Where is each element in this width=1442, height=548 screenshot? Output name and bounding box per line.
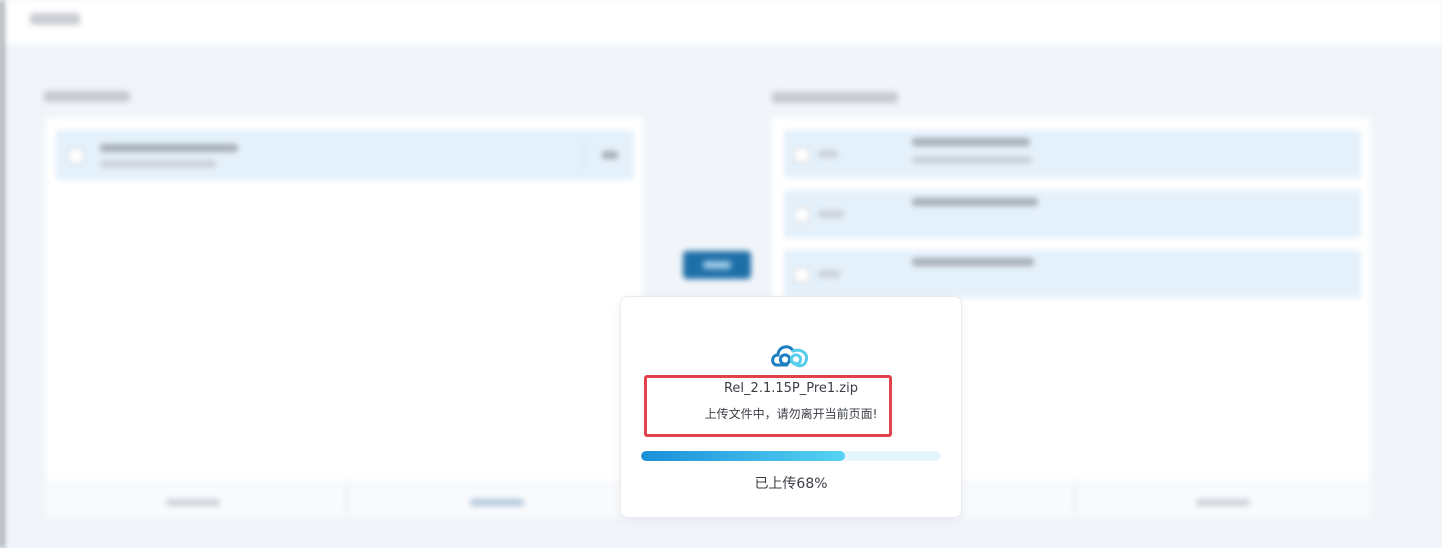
right-footer-action[interactable] — [1196, 499, 1250, 506]
right-file-tag — [818, 210, 844, 218]
row-divider — [583, 138, 584, 172]
upload-progress-bar — [641, 451, 941, 461]
left-footer-action-1[interactable] — [166, 499, 220, 506]
page-header — [4, 0, 1442, 44]
right-file-checkbox[interactable] — [794, 207, 810, 223]
right-file-name — [912, 258, 1034, 266]
left-file-action[interactable] — [602, 151, 618, 159]
right-file-checkbox[interactable] — [794, 267, 810, 283]
footer-divider — [1074, 483, 1075, 517]
right-section-label — [772, 92, 898, 103]
left-file-checkbox[interactable] — [68, 148, 84, 164]
upload-warning-message: 上传文件中，请勿离开当前页面! — [704, 407, 878, 421]
transfer-button[interactable] — [683, 251, 751, 279]
page-title — [30, 13, 80, 25]
right-file-tag — [818, 150, 838, 158]
right-file-name — [912, 138, 1030, 146]
footer-divider — [346, 483, 347, 517]
upload-progress-dialog: Rel_2.1.15P_Pre1.zip 上传文件中，请勿离开当前页面! 已上传… — [620, 296, 962, 518]
right-file-name — [912, 198, 1038, 206]
window-edge — [0, 0, 4, 548]
left-panel-footer — [46, 482, 643, 517]
upload-progress-label: 已上传68% — [754, 476, 828, 492]
right-file-meta — [912, 156, 1032, 164]
cloud-icon — [771, 345, 809, 368]
left-file-meta — [100, 160, 216, 168]
left-file-name — [100, 144, 238, 152]
right-file-row[interactable] — [784, 130, 1361, 178]
upload-file-name: Rel_2.1.15P_Pre1.zip — [723, 381, 858, 396]
right-file-checkbox[interactable] — [794, 147, 810, 163]
right-file-row[interactable] — [784, 250, 1361, 298]
left-file-panel — [46, 118, 643, 517]
right-file-row[interactable] — [784, 190, 1361, 238]
right-file-tag — [818, 270, 840, 278]
left-section-label — [44, 91, 130, 102]
upload-progress-fill — [641, 451, 845, 461]
left-footer-action-2[interactable] — [470, 499, 524, 506]
left-file-row[interactable] — [56, 130, 634, 180]
